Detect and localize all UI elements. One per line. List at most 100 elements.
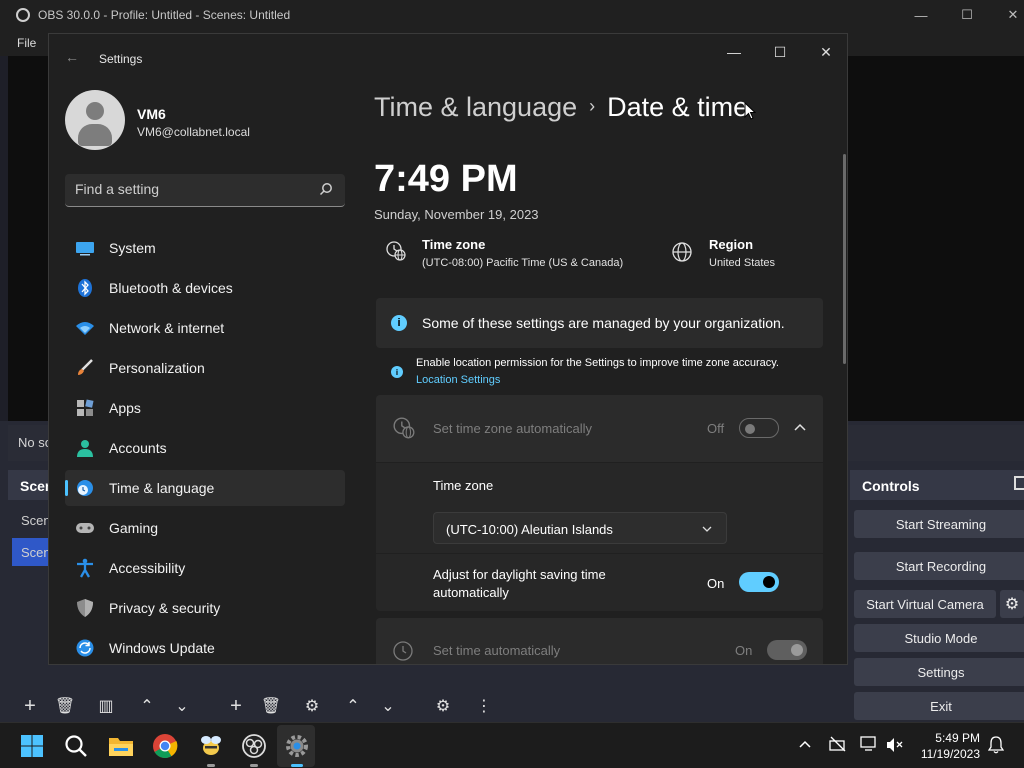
tray-overflow-icon[interactable] xyxy=(799,740,811,748)
move-down-icon[interactable]: ⌄ xyxy=(170,694,194,718)
remove-source-icon[interactable]: 🗑 xyxy=(259,694,283,718)
obs-settings-button[interactable]: Settings xyxy=(854,658,1024,686)
breadcrumb: Time & language › Date & time xyxy=(374,92,748,123)
search-icon[interactable] xyxy=(319,182,333,196)
chevron-down-icon xyxy=(702,526,712,532)
search-input[interactable] xyxy=(75,181,305,197)
start-streaming-button[interactable]: Start Streaming xyxy=(854,510,1024,538)
time-zone-icon xyxy=(386,241,406,261)
breadcrumb-parent[interactable]: Time & language xyxy=(374,92,577,122)
bee-app-icon[interactable] xyxy=(198,733,224,759)
more-options-icon[interactable]: ⋮ xyxy=(472,694,496,718)
avatar[interactable] xyxy=(65,90,125,150)
notification-bell-icon[interactable] xyxy=(988,736,1004,754)
dst-label-line1: Adjust for daylight saving time xyxy=(433,567,606,582)
nav-item-time-language[interactable]: Time & language xyxy=(65,470,345,506)
audio-settings-icon[interactable]: ⚙ xyxy=(431,694,455,718)
settings-close-button[interactable]: ✕ xyxy=(803,38,847,66)
nav-label: Accounts xyxy=(109,440,167,456)
scene-item[interactable]: Scen xyxy=(12,506,52,534)
time-zone-selected: (UTC-10:00) Aleutian Islands xyxy=(446,522,613,537)
windows-start-icon[interactable] xyxy=(20,734,44,758)
auto-time-label: Set time automatically xyxy=(433,643,561,658)
auto-time-toggle[interactable] xyxy=(767,640,807,660)
source-up-icon[interactable]: ⌃ xyxy=(341,694,365,718)
nav-item-windows-update[interactable]: Windows Update xyxy=(65,630,345,664)
obs-window-title: OBS 30.0.0 - Profile: Untitled - Scenes:… xyxy=(38,8,291,22)
nav-item-apps[interactable]: Apps xyxy=(65,390,345,426)
info-icon: i xyxy=(391,315,407,331)
obs-close-button[interactable]: ✕ xyxy=(990,0,1024,30)
obs-minimize-button[interactable]: — xyxy=(898,0,944,30)
nav-item-gaming[interactable]: Gaming xyxy=(65,510,345,546)
dst-toggle[interactable] xyxy=(739,572,779,592)
nav-item-personalization[interactable]: Personalization xyxy=(65,350,345,386)
tray-time[interactable]: 5:49 PM xyxy=(928,731,980,745)
person-icon xyxy=(77,440,93,457)
scenes-dock-header: Scen xyxy=(8,470,53,500)
nav-label: Accessibility xyxy=(109,560,186,576)
tray-date[interactable]: 11/19/2023 xyxy=(916,747,980,761)
nav-item-privacy[interactable]: Privacy & security xyxy=(65,590,345,626)
exit-button[interactable]: Exit xyxy=(854,692,1024,720)
org-managed-text: Some of these settings are managed by yo… xyxy=(422,315,785,331)
scene-filters-icon[interactable]: ▥ xyxy=(94,694,118,718)
nav-item-accounts[interactable]: Accounts xyxy=(65,430,345,466)
clock-icon xyxy=(393,641,413,661)
back-arrow-icon[interactable]: ← xyxy=(65,49,79,65)
settings-taskbar-icon[interactable] xyxy=(284,733,310,759)
auto-tz-toggle[interactable] xyxy=(739,418,779,438)
accessibility-icon xyxy=(77,558,93,578)
apps-icon xyxy=(77,399,94,416)
source-down-icon[interactable]: ⌄ xyxy=(376,694,400,718)
time-zone-auto-icon xyxy=(393,417,415,439)
scrollbar[interactable] xyxy=(843,154,846,364)
current-time: 7:49 PM xyxy=(374,158,518,200)
brush-icon xyxy=(78,359,93,375)
start-virtual-camera-button[interactable]: Start Virtual Camera xyxy=(854,590,996,618)
virtual-camera-settings-icon[interactable]: ⚙ xyxy=(1000,590,1024,618)
move-up-icon[interactable]: ⌃ xyxy=(135,694,159,718)
location-settings-link[interactable]: Location Settings xyxy=(416,374,500,386)
nav-item-network[interactable]: Network & internet xyxy=(65,310,345,346)
add-scene-icon[interactable]: + xyxy=(18,694,42,718)
gamepad-icon xyxy=(76,523,94,533)
chevron-up-icon[interactable] xyxy=(794,423,806,431)
nav-label: Network & internet xyxy=(109,320,225,336)
network-offline-icon[interactable] xyxy=(829,736,847,752)
set-time-zone-automatically-row: Set time zone automatically Off xyxy=(376,395,823,462)
chrome-icon[interactable] xyxy=(152,733,178,759)
time-zone-dropdown[interactable]: (UTC-10:00) Aleutian Islands xyxy=(433,512,727,544)
time-zone-label: Time zone xyxy=(433,478,494,493)
taskbar-search-icon[interactable] xyxy=(64,734,88,758)
obs-taskbar-icon[interactable] xyxy=(241,733,267,759)
volume-muted-icon[interactable] xyxy=(886,737,904,753)
user-name: VM6 xyxy=(137,106,166,122)
add-source-icon[interactable]: + xyxy=(224,694,248,718)
nav-item-bluetooth[interactable]: Bluetooth & devices xyxy=(65,270,345,306)
remove-scene-icon[interactable]: 🗑 xyxy=(53,694,77,718)
time-zone-title: Time zone xyxy=(422,237,486,252)
globe-icon xyxy=(672,242,692,262)
dock-float-icon[interactable] xyxy=(1014,476,1024,490)
file-explorer-icon[interactable] xyxy=(108,733,134,759)
menu-file[interactable]: File xyxy=(17,36,36,50)
studio-mode-button[interactable]: Studio Mode xyxy=(854,624,1024,652)
source-properties-icon[interactable]: ⚙ xyxy=(300,694,324,718)
display-icon[interactable] xyxy=(860,736,878,752)
current-date: Sunday, November 19, 2023 xyxy=(374,207,539,222)
set-time-automatically-row: Set time automatically On xyxy=(376,618,823,664)
scene-item-selected[interactable]: Scen xyxy=(12,538,52,566)
nav-item-system[interactable]: System xyxy=(65,230,345,266)
auto-tz-state: Off xyxy=(707,421,725,436)
auto-time-state: On xyxy=(735,643,753,658)
obs-maximize-button[interactable]: ☐ xyxy=(944,0,990,30)
start-recording-button[interactable]: Start Recording xyxy=(854,552,1024,580)
controls-dock-header: Controls xyxy=(850,470,1024,500)
search-box[interactable] xyxy=(65,174,345,207)
settings-minimize-button[interactable]: — xyxy=(711,38,757,66)
nav-item-accessibility[interactable]: Accessibility xyxy=(65,550,345,586)
settings-window-title: Settings xyxy=(99,52,143,66)
settings-maximize-button[interactable]: ☐ xyxy=(757,38,803,66)
bluetooth-icon xyxy=(78,279,92,297)
